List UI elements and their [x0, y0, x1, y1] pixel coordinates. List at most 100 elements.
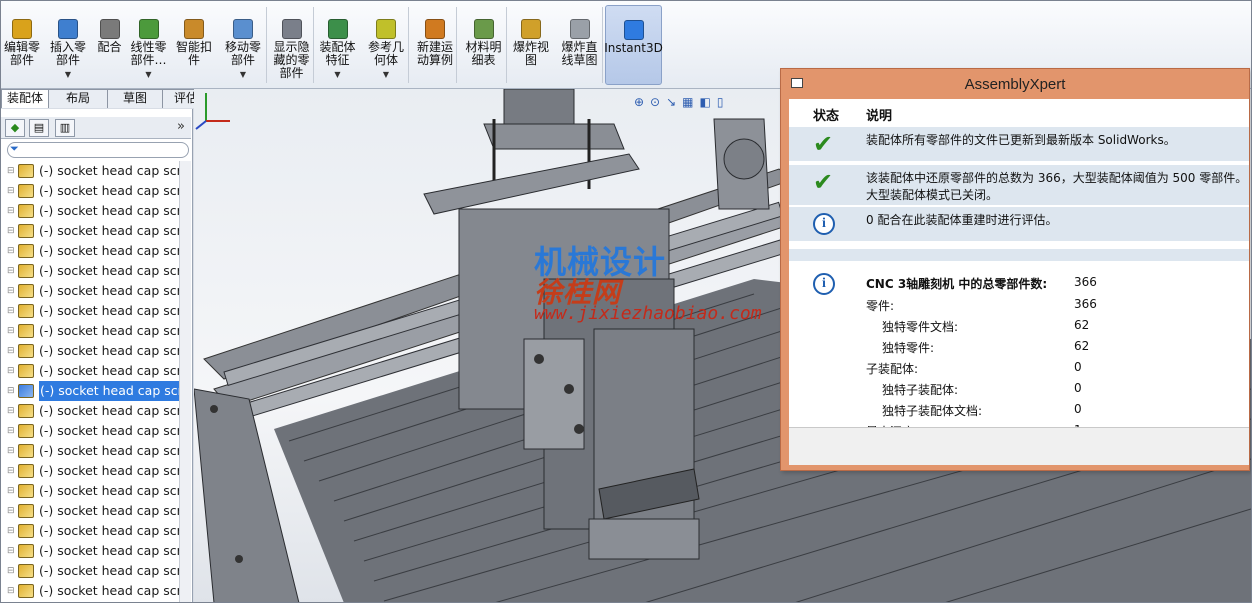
ribbon-button-label: 线性零 部件… — [130, 40, 167, 67]
tree-item-socket-head-cap-screw[interactable]: ⊟ (-) socket head cap scre — [1, 501, 179, 521]
exploded-view-button[interactable]: 爆炸视 图 — [508, 5, 554, 85]
tree-expand-icon[interactable]: ⊟ — [7, 461, 15, 481]
instant3d-button[interactable]: Instant3D — [604, 5, 663, 85]
tree-expand-icon[interactable]: ⊟ — [7, 421, 15, 441]
tree-scrollbar[interactable] — [179, 161, 191, 602]
tree-item-label: (-) socket head cap scre — [39, 403, 179, 418]
info-icon: i — [813, 213, 835, 235]
tree-expand-icon[interactable]: ⊟ — [7, 161, 15, 181]
dialog-titlebar[interactable]: AssemblyXpert — [781, 69, 1249, 99]
ribbon-button-label: 移动零 部件 — [224, 40, 261, 67]
tree-item-socket-head-cap-screw[interactable]: ⊟ (-) socket head cap scre — [1, 521, 179, 541]
tree-expand-icon[interactable]: ⊟ — [7, 581, 15, 601]
tree-expand-icon[interactable]: ⊟ — [7, 181, 15, 201]
move-component-button[interactable]: 移动零 部件 ▼ — [217, 5, 269, 85]
tree-expand-icon[interactable]: ⊟ — [7, 221, 15, 241]
tree-item-socket-head-cap-screw[interactable]: ⊟ (-) socket head cap scre — [1, 281, 179, 301]
checkmark-icon: ✔ — [813, 168, 834, 196]
count-value: 62 — [1074, 318, 1090, 332]
axis-triad-icon — [195, 93, 230, 130]
part-icon — [18, 244, 34, 258]
dropdown-arrow-icon[interactable]: ▼ — [145, 68, 151, 81]
tree-expand-icon[interactable]: ⊟ — [7, 241, 15, 261]
tree-item-socket-head-cap-screw[interactable]: ⊟ (-) socket head cap scre — [1, 241, 179, 261]
count-value: 366 — [1074, 297, 1097, 311]
dropdown-arrow-icon[interactable]: ▼ — [65, 68, 71, 81]
tree-item-socket-head-cap-screw[interactable]: ⊟ (-) socket head cap scre — [1, 201, 179, 221]
part-icon — [18, 224, 34, 238]
tree-item-socket-head-cap-screw[interactable]: ⊟ (-) socket head cap scre — [1, 361, 179, 381]
tree-expand-icon[interactable]: ⊟ — [7, 481, 15, 501]
show-hidden-button[interactable]: 显示隐 藏的零 部件 — [269, 5, 314, 85]
tree-filter-input[interactable]: ⏷ — [7, 142, 189, 158]
tree-item-socket-head-cap-screw[interactable]: ⊟ (-) socket head cap scre — [1, 261, 179, 281]
tree-expand-icon[interactable]: ⊟ — [7, 201, 15, 221]
mate-button[interactable]: 配合 — [93, 5, 126, 85]
tree-expand-icon[interactable]: ⊟ — [7, 501, 15, 521]
tree-expand-icon[interactable]: ⊟ — [7, 521, 15, 541]
feature-tree-tab-icon[interactable]: ◆ — [5, 119, 25, 137]
tree-item-socket-head-cap-screw[interactable]: ⊟ (-) socket head cap scre — [1, 401, 179, 421]
feature-tree: ⊟ (-) socket head cap scre ⊟ (-) socket hea… — [1, 161, 179, 601]
tree-item-socket-head-cap-screw[interactable]: ⊟ (-) socket head cap scre — [1, 341, 179, 361]
tab-assembly[interactable]: 装配体 — [1, 89, 49, 108]
tree-expand-icon[interactable]: ⊟ — [7, 441, 15, 461]
linear-pattern-button[interactable]: 线性零 部件… ▼ — [126, 5, 171, 85]
tree-expand-icon[interactable]: ⊟ — [7, 541, 15, 561]
part-icon — [18, 484, 34, 498]
property-manager-tab-icon[interactable]: ▤ — [29, 119, 49, 137]
ribbon-button-label: Instant3D — [604, 41, 663, 55]
tree-item-socket-head-cap-screw[interactable]: ⊟ (-) socket head cap scre — [1, 301, 179, 321]
tree-item-socket-head-cap-screw[interactable]: ⊟ (-) socket head cap scre — [1, 381, 179, 401]
explode-line-button[interactable]: 爆炸直 线草图 — [554, 5, 605, 85]
tree-item-socket-head-cap-screw[interactable]: ⊟ (-) socket head cap scre — [1, 441, 179, 461]
tree-item-socket-head-cap-screw[interactable]: ⊟ (-) socket head cap scre — [1, 181, 179, 201]
smart-fasteners-button[interactable]: 智能扣 件 — [171, 5, 217, 85]
tree-item-socket-head-cap-screw[interactable]: ⊟ (-) socket head cap scre — [1, 481, 179, 501]
ribbon-separator — [266, 7, 267, 83]
tree-item-socket-head-cap-screw[interactable]: ⊟ (-) socket head cap scre — [1, 541, 179, 561]
tree-item-socket-head-cap-screw[interactable]: ⊟ (-) socket head cap scre — [1, 321, 179, 341]
bom-button[interactable]: 材料明 细表 — [459, 5, 508, 85]
reference-geometry-button[interactable]: 参考几 何体 ▼ — [361, 5, 411, 85]
ribbon-button-label: 装配体 特征 — [319, 40, 356, 67]
configuration-manager-tab-icon[interactable]: ▥ — [55, 119, 75, 137]
expand-panel-icon[interactable]: » — [177, 119, 185, 134]
dropdown-arrow-icon[interactable]: ▼ — [240, 68, 246, 81]
tree-item-socket-head-cap-screw[interactable]: ⊟ (-) socket head cap scre — [1, 161, 179, 181]
report-panel: 状态 说明 ✔ 装配体所有零部件的文件已更新到最新版本 SolidWorks。 ✔ 该… — [789, 99, 1249, 427]
assembly-feature-button[interactable]: 装配体 特征 ▼ — [314, 5, 361, 85]
dropdown-arrow-icon[interactable]: ▼ — [334, 68, 340, 81]
tab-item-2[interactable]: 草图 — [107, 89, 163, 108]
tree-item-socket-head-cap-screw[interactable]: ⊟ (-) socket head cap scre — [1, 421, 179, 441]
tree-expand-icon[interactable]: ⊟ — [7, 401, 15, 421]
tree-expand-icon[interactable]: ⊟ — [7, 381, 15, 401]
dialog-body: 状态 说明 ✔ 装配体所有零部件的文件已更新到最新版本 SolidWorks。 ✔ 该… — [789, 99, 1249, 465]
tree-expand-icon[interactable]: ⊟ — [7, 321, 15, 341]
tree-item-socket-head-cap-screw[interactable]: ⊟ (-) socket head cap scre — [1, 461, 179, 481]
tab-item-1[interactable]: 布局 — [48, 89, 108, 108]
ribbon-separator — [602, 7, 603, 83]
tree-expand-icon[interactable]: ⊟ — [7, 301, 15, 321]
filter-icon: ⏷ — [10, 142, 19, 155]
exploded-view-icon — [521, 19, 541, 39]
motion-study-button[interactable]: 新建运 动算例 — [411, 5, 459, 85]
checkmark-icon: ✔ — [813, 130, 834, 158]
tree-expand-icon[interactable]: ⊟ — [7, 561, 15, 581]
edit-component-button[interactable]: 编辑零 部件 — [1, 5, 43, 85]
tree-expand-icon[interactable]: ⊟ — [7, 341, 15, 361]
motion-study-icon — [425, 19, 445, 39]
view-heads-up-toolbar[interactable]: ⊕⊙↘▦◧▯ — [634, 95, 729, 109]
info-icon: i — [813, 273, 835, 295]
assembly-feature-icon — [327, 19, 348, 39]
tree-item-socket-head-cap-screw[interactable]: ⊟ (-) socket head cap scre — [1, 561, 179, 581]
dropdown-arrow-icon[interactable]: ▼ — [383, 68, 389, 81]
tree-item-label: (-) socket head cap scre — [39, 543, 179, 558]
tree-item-socket-head-cap-screw[interactable]: ⊟ (-) socket head cap scre — [1, 581, 179, 601]
tree-expand-icon[interactable]: ⊟ — [7, 281, 15, 301]
tree-item-socket-head-cap-screw[interactable]: ⊟ (-) socket head cap scre — [1, 221, 179, 241]
tree-expand-icon[interactable]: ⊟ — [7, 361, 15, 381]
tree-expand-icon[interactable]: ⊟ — [7, 261, 15, 281]
insert-component-button[interactable]: 插入零 部件 ▼ — [43, 5, 93, 85]
ribbon-button-label: 新建运 动算例 — [416, 40, 453, 67]
